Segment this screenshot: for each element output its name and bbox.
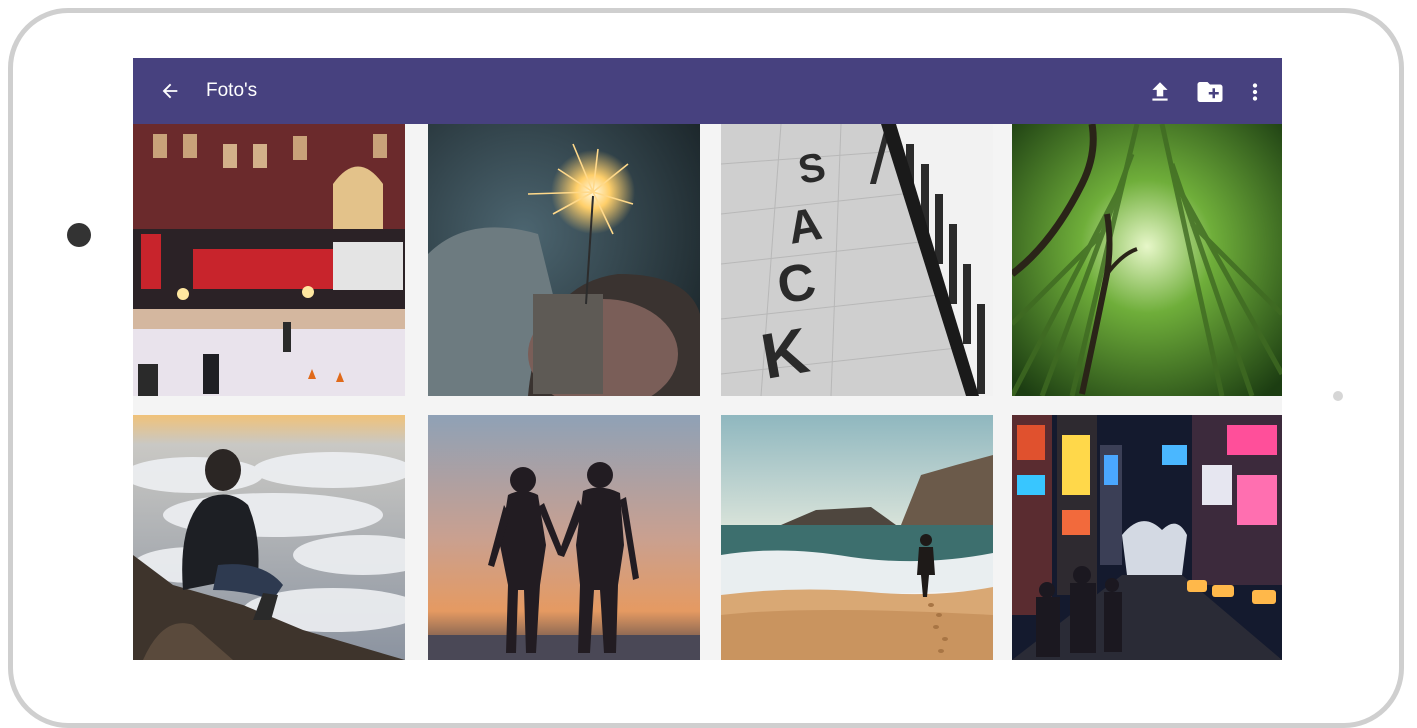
photo-thumbnail-beach[interactable]: [721, 415, 993, 660]
app-screen: Foto's S A C K: [133, 58, 1282, 660]
photo-amsterdam-image: [133, 124, 405, 396]
photo-stack-image: S A C K: [721, 124, 993, 396]
back-button[interactable]: [155, 76, 185, 106]
photo-couple-image: [428, 415, 700, 660]
create-folder-icon: [1197, 82, 1223, 102]
photo-sparkler-image: [428, 124, 700, 396]
more-options-button[interactable]: [1239, 76, 1271, 108]
proximity-sensor: [1333, 391, 1343, 401]
photo-thumbnail-amsterdam[interactable]: [133, 124, 405, 396]
photo-thumbnail-city[interactable]: [1012, 415, 1282, 660]
upload-icon: [1152, 82, 1168, 101]
photo-clouds-image: [133, 415, 405, 660]
photo-grid: S A C K: [133, 124, 1282, 660]
photo-bamboo-image: [1012, 124, 1282, 396]
app-bar: Foto's: [133, 58, 1282, 124]
arrow-back-icon: [162, 83, 178, 99]
photo-beach-image: [721, 415, 993, 660]
photo-thumbnail-sparkler[interactable]: [428, 124, 700, 396]
photo-thumbnail-stack[interactable]: S A C K: [721, 124, 993, 396]
photo-thumbnail-bamboo[interactable]: [1012, 124, 1282, 396]
more-vertical-icon: [1252, 83, 1258, 101]
create-folder-button[interactable]: [1194, 76, 1226, 108]
page-title: Foto's: [206, 80, 258, 101]
upload-button[interactable]: [1144, 76, 1176, 108]
front-camera: [67, 223, 91, 247]
photo-thumbnail-clouds[interactable]: [133, 415, 405, 660]
photo-thumbnail-couple[interactable]: [428, 415, 700, 660]
photo-city-image: [1012, 415, 1282, 660]
